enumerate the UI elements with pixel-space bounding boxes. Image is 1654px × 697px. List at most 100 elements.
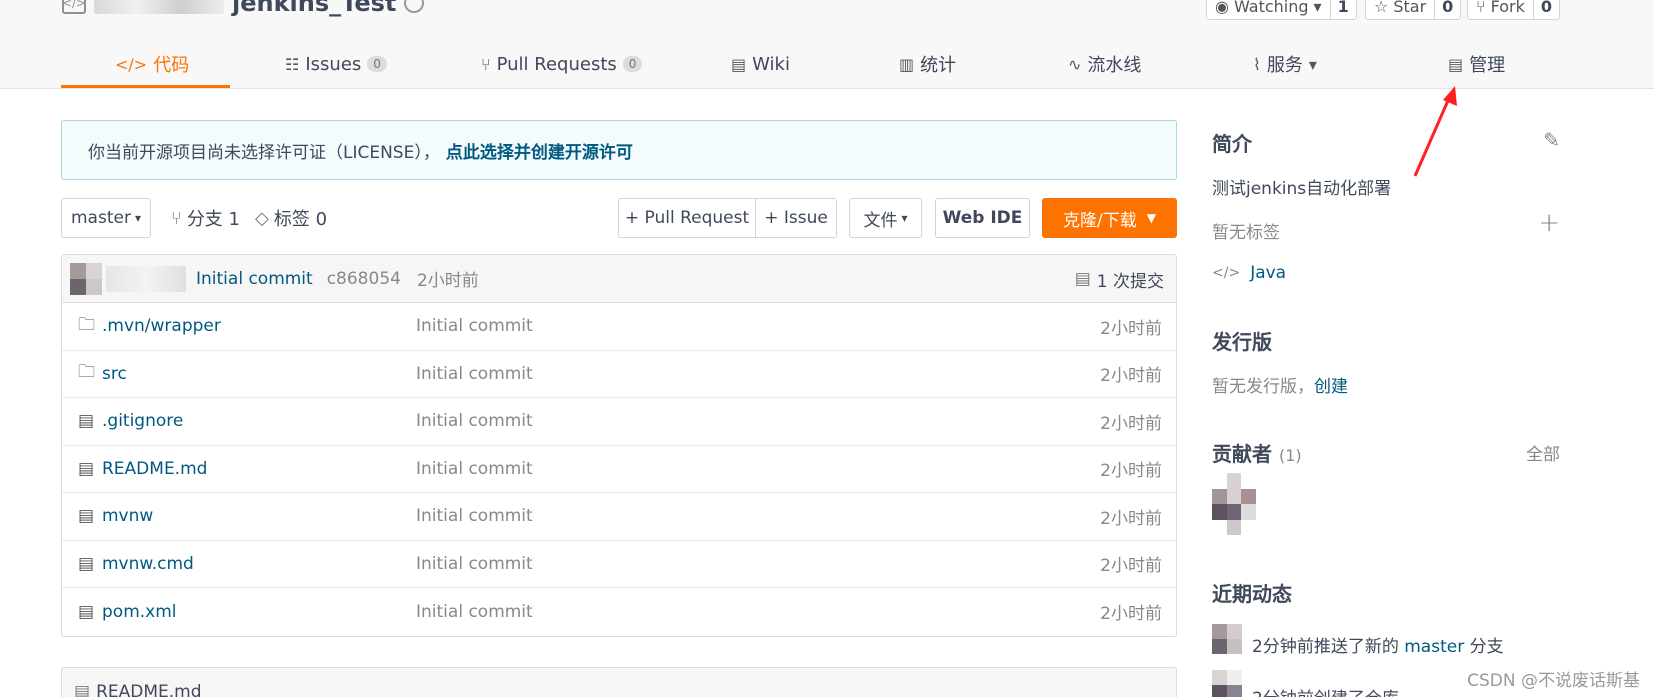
code-icon: </> <box>115 54 148 74</box>
file-commit-message[interactable]: Initial commit <box>416 316 533 336</box>
create-license-link[interactable]: 点此选择并创建开源许可 <box>446 138 633 163</box>
branches-link[interactable]: ⑂ 分支 1 <box>171 198 240 238</box>
repo-owner-blurred[interactable] <box>94 0 224 14</box>
author-name-blurred[interactable] <box>106 265 186 292</box>
file-commit-message[interactable]: Initial commit <box>416 364 533 384</box>
clone-download-button[interactable]: 克隆/下载 ▼ <box>1042 198 1177 238</box>
file-row[interactable]: ▤ .gitignore Initial commit 2小时前 <box>62 398 1176 446</box>
tags-link[interactable]: ◇ 标签 0 <box>255 198 327 238</box>
caret-down-icon: ▾ <box>1313 0 1322 16</box>
file-name[interactable]: mvnw <box>102 506 153 526</box>
pull-requests-count-badge: 0 <box>622 56 643 72</box>
repo-title: </> jenkins_Test <box>62 0 425 18</box>
latest-commit-sha[interactable]: c868054 <box>327 269 401 289</box>
activity-item: 2分钟前创建了仓库 <box>1252 684 1399 697</box>
file-row[interactable]: ▤ README.md Initial commit 2小时前 <box>62 446 1176 493</box>
file-name[interactable]: pom.xml <box>102 602 177 622</box>
new-issue-button[interactable]: + Issue <box>755 198 837 238</box>
tab-issues[interactable]: ☷ Issues 0 <box>285 40 387 88</box>
contributor-avatar[interactable] <box>1212 473 1256 535</box>
latest-commit-message[interactable]: Initial commit <box>196 269 313 289</box>
repo-description: 测试jenkins自动化部署 <box>1212 179 1392 199</box>
folder-icon: 🗀 <box>78 362 95 383</box>
file-name[interactable]: .gitignore <box>102 411 183 431</box>
pull-request-icon: ⑂ <box>481 54 491 74</box>
file-row[interactable]: 🗀 .mvn/wrapper Initial commit 2小时前 <box>62 303 1176 351</box>
file-time: 2小时前 <box>1100 318 1162 339</box>
repo-header: </> jenkins_Test ◉ Watching ▾ 1 ☆ Star 0 ⑂ F… <box>0 0 1654 89</box>
file-name[interactable]: src <box>102 364 127 384</box>
author-avatar[interactable] <box>70 262 102 295</box>
new-pull-request-button[interactable]: + Pull Request <box>618 198 756 238</box>
file-name[interactable]: mvnw.cmd <box>102 554 194 574</box>
pulse-icon: ⌇ <box>1253 54 1261 74</box>
file-commit-message[interactable]: Initial commit <box>416 506 533 526</box>
file-text-icon: ▤ <box>78 601 95 622</box>
watch-button[interactable]: ◉ Watching ▾ <box>1207 0 1331 19</box>
branch-selector[interactable]: master ▾ <box>61 198 151 238</box>
tab-pipeline[interactable]: ∿ 流水线 <box>1068 40 1141 88</box>
no-tags-text: 暂无标签 <box>1212 223 1280 243</box>
file-commit-message[interactable]: Initial commit <box>416 459 533 479</box>
contributors-count: (1) <box>1278 446 1302 465</box>
file-commit-message[interactable]: Initial commit <box>416 602 533 622</box>
no-release-text: 暂无发行版， <box>1212 377 1314 397</box>
fork-count[interactable]: 0 <box>1534 0 1559 19</box>
file-name[interactable]: .mvn/wrapper <box>102 316 221 336</box>
file-time: 2小时前 <box>1100 604 1162 625</box>
bar-chart-icon: ▥ <box>899 54 915 74</box>
caret-down-icon: ▾ <box>134 211 141 225</box>
caret-down-icon: ▾ <box>1308 54 1317 74</box>
tab-code[interactable]: </> 代码 <box>115 40 189 88</box>
watch-count[interactable]: 1 <box>1331 0 1356 19</box>
activity-avatar[interactable] <box>1212 670 1242 697</box>
tab-manage[interactable]: ▤ 管理 <box>1448 40 1505 88</box>
tab-services[interactable]: ⌇ 服务 ▾ <box>1253 40 1317 88</box>
files-dropdown[interactable]: 文件 ▾ <box>849 198 922 238</box>
activity-branch-link[interactable]: master <box>1404 637 1464 657</box>
activity-item: 2分钟前推送了新的 master 分支 <box>1252 637 1504 657</box>
language-item[interactable]: </> Java <box>1212 263 1286 283</box>
active-tab-indicator <box>61 85 230 88</box>
star-button[interactable]: ☆ Star <box>1366 0 1436 19</box>
settings-doc-icon: ▤ <box>1448 54 1464 74</box>
repo-name[interactable]: jenkins_Test <box>232 0 396 17</box>
pipeline-icon: ∿ <box>1068 54 1082 74</box>
book-icon: ▤ <box>731 54 747 74</box>
releases-info: 暂无发行版，创建 <box>1212 372 1348 397</box>
file-row[interactable]: ▤ mvnw Initial commit 2小时前 <box>62 493 1176 541</box>
intro-title: 简介 <box>1212 132 1252 156</box>
fork-button[interactable]: ⑂ Fork <box>1468 0 1534 19</box>
create-release-link[interactable]: 创建 <box>1314 377 1348 397</box>
caret-down-icon: ▾ <box>901 211 908 225</box>
star-count[interactable]: 0 <box>1435 0 1460 19</box>
file-name[interactable]: README.md <box>102 459 207 479</box>
star-button-group[interactable]: ☆ Star 0 <box>1365 0 1462 20</box>
watch-button-group[interactable]: ◉ Watching ▾ 1 <box>1206 0 1357 20</box>
file-commit-message[interactable]: Initial commit <box>416 411 533 431</box>
readme-title: README.md <box>96 682 202 697</box>
file-text-icon: ▤ <box>78 411 95 432</box>
language-label[interactable]: Java <box>1250 263 1286 283</box>
file-row[interactable]: ▤ mvnw.cmd Initial commit 2小时前 <box>62 541 1176 588</box>
file-time: 2小时前 <box>1100 508 1162 529</box>
license-notice-text: 你当前开源项目尚未选择许可证（LICENSE）， <box>88 142 440 163</box>
fork-button-group[interactable]: ⑂ Fork 0 <box>1467 0 1561 20</box>
tab-pull-requests[interactable]: ⑂ Pull Requests 0 <box>481 40 643 88</box>
latest-commit-time: 2小时前 <box>416 271 479 291</box>
add-tag-icon[interactable]: + <box>1538 208 1560 238</box>
readme-panel-header: ▤ README.md <box>61 667 1177 697</box>
tab-stats[interactable]: ▥ 统计 <box>899 40 956 88</box>
file-commit-message[interactable]: Initial commit <box>416 554 533 574</box>
file-row[interactable]: 🗀 src Initial commit 2小时前 <box>62 351 1176 398</box>
activity-avatar[interactable] <box>1212 624 1242 654</box>
tab-wiki[interactable]: ▤ Wiki <box>731 40 790 88</box>
all-contributors-link[interactable]: 全部 <box>1526 440 1560 465</box>
activity-title: 近期动态 <box>1212 582 1292 606</box>
web-ide-button[interactable]: Web IDE <box>935 198 1030 238</box>
license-notice: 你当前开源项目尚未选择许可证（LICENSE）， 点此选择并创建开源许可 <box>61 120 1177 180</box>
file-row[interactable]: ▤ pom.xml Initial commit 2小时前 <box>62 588 1176 636</box>
commit-count-link[interactable]: ▤ 1 次提交 <box>1075 255 1164 303</box>
recommend-badge-icon <box>404 0 425 13</box>
edit-icon[interactable]: ✎ <box>1543 128 1560 152</box>
